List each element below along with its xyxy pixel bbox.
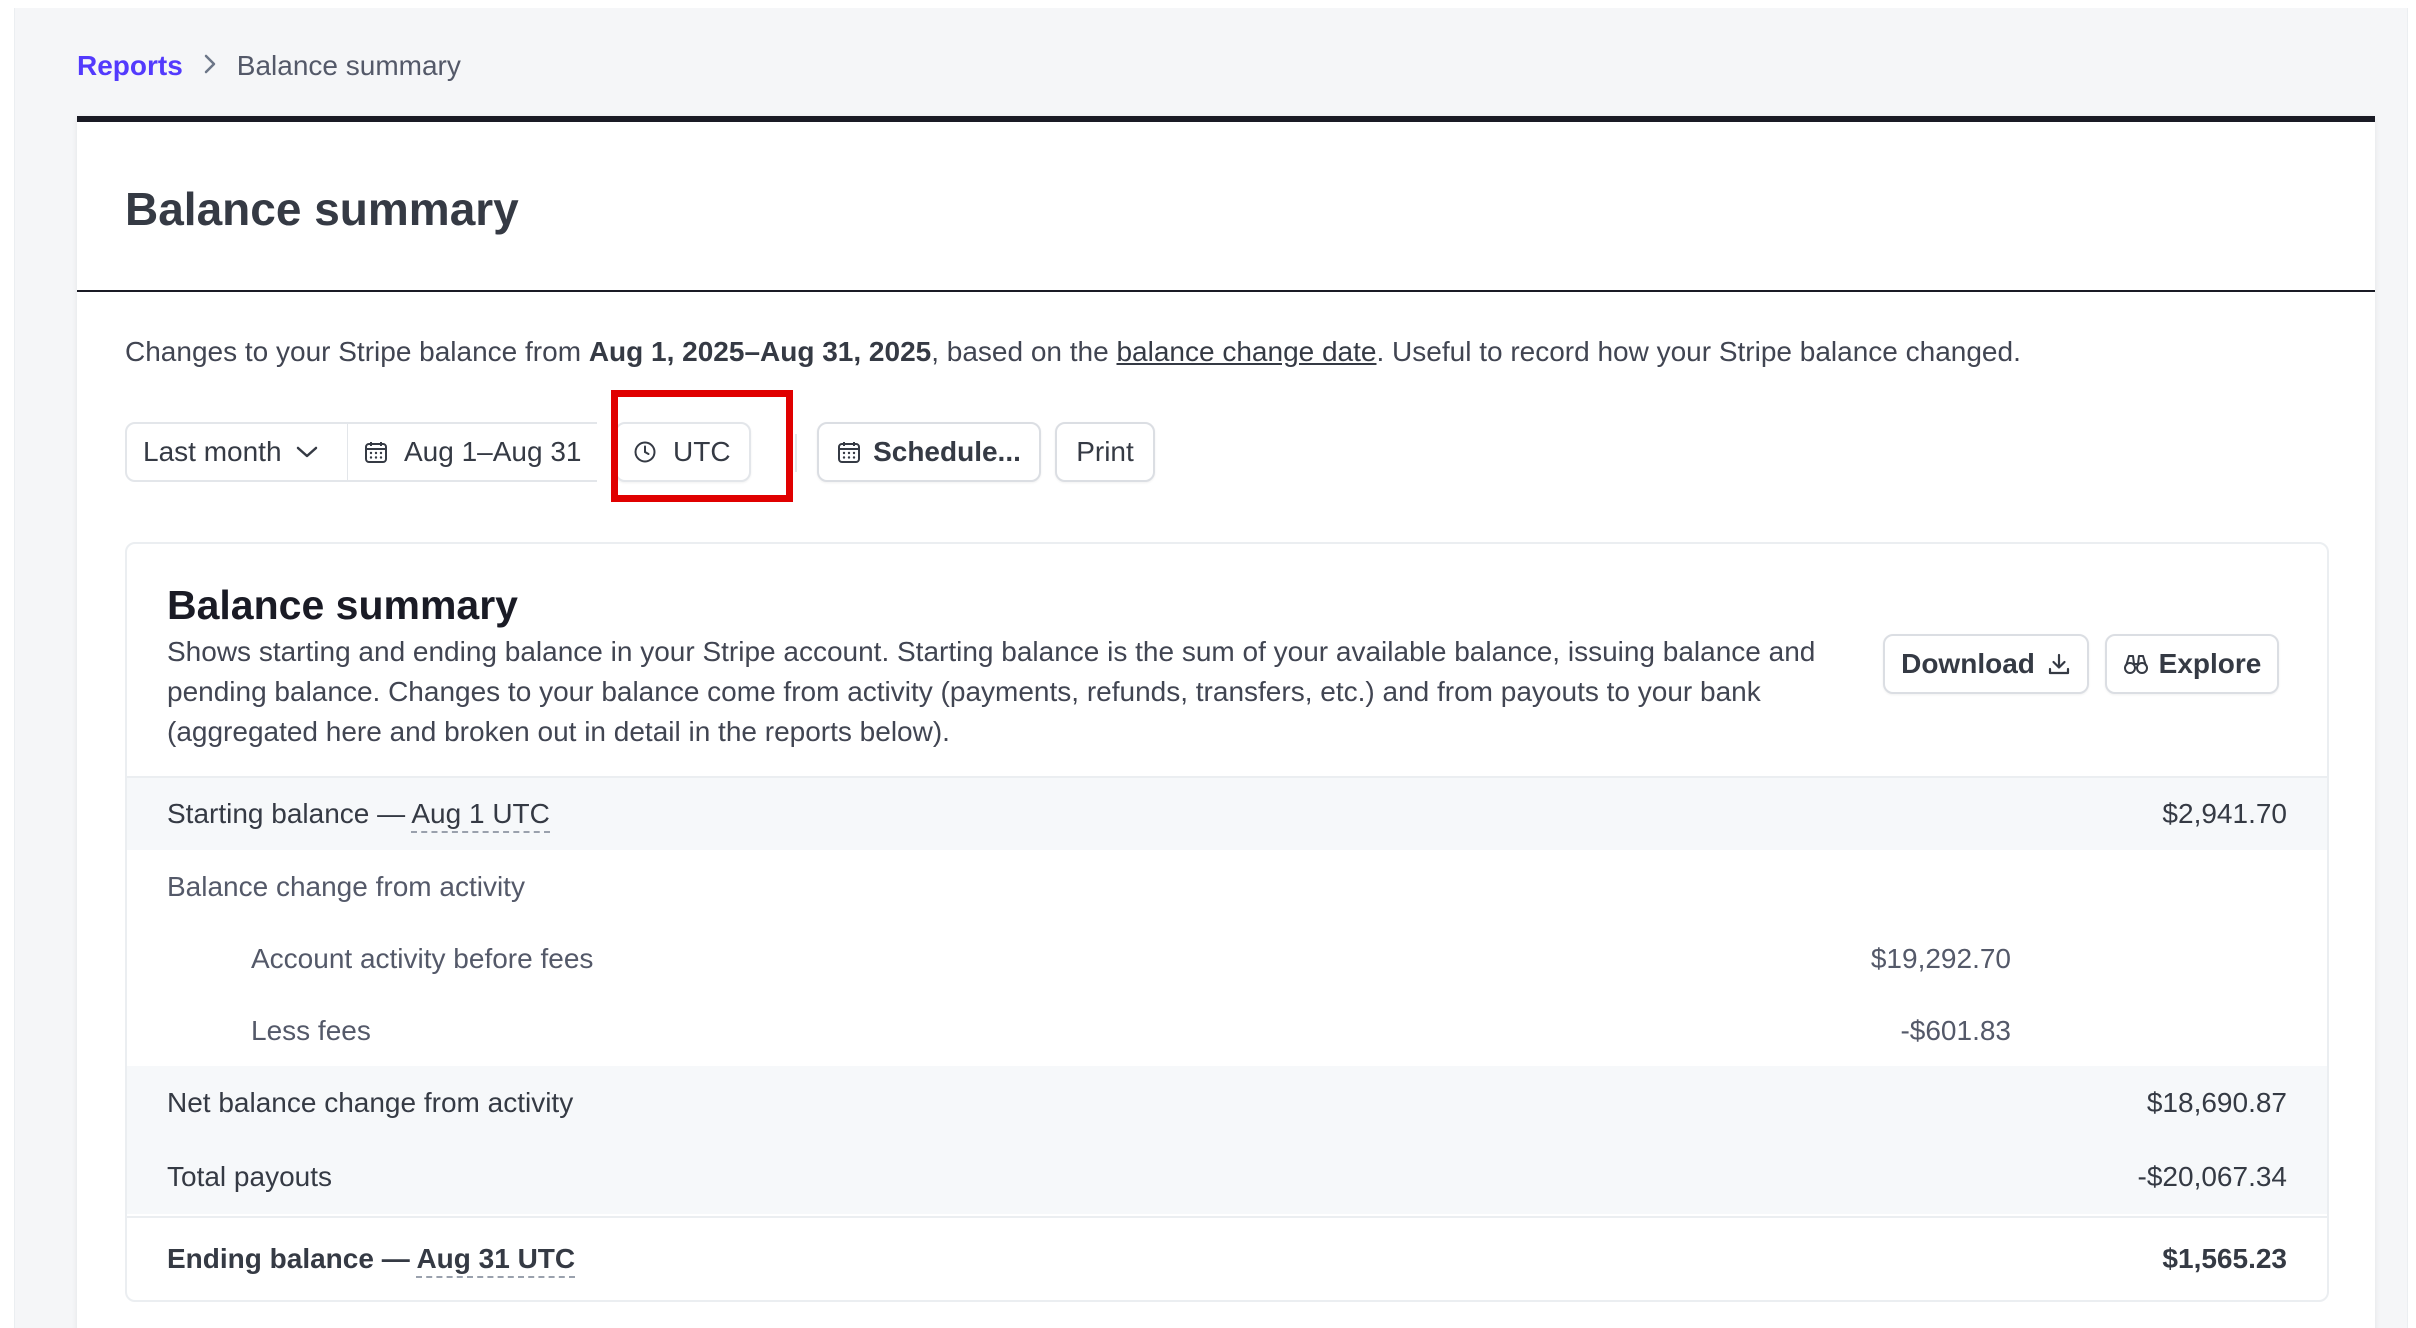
breadcrumb-reports-link[interactable]: Reports: [77, 50, 183, 82]
desc-suffix: . Useful to record how your Stripe balan…: [1376, 336, 2021, 367]
before-fees-row: Account activity before fees $19,292.70: [127, 922, 2327, 996]
ending-balance-value: $1,565.23: [2162, 1243, 2287, 1274]
desc-date-range: Aug 1, 2025–Aug 31, 2025: [588, 336, 932, 367]
report-description: Changes to your Stripe balance from Aug …: [125, 336, 2021, 368]
highlight-box: [611, 390, 793, 502]
date-picker-label: Aug 1–Aug 31: [404, 436, 582, 467]
download-button[interactable]: Download: [1883, 634, 2089, 694]
title-divider: [77, 290, 2375, 292]
ending-balance-label: Ending balance — Aug 31 UTC: [167, 1243, 576, 1278]
date-range-label: Last month: [143, 436, 282, 467]
print-button[interactable]: Print: [1055, 422, 1155, 482]
chevron-right-icon: [203, 51, 217, 82]
activity-header-label: Balance change from activity: [167, 871, 525, 902]
starting-balance-label: Starting balance — Aug 1 UTC: [167, 798, 550, 833]
payouts-row: Total payouts -$20,067.34: [127, 1140, 2327, 1214]
download-icon: [2048, 653, 2069, 675]
starting-balance-date[interactable]: Aug 1 UTC: [411, 798, 550, 833]
starting-balance-row: Starting balance — Aug 1 UTC $2,941.70: [127, 776, 2327, 850]
starting-balance-text: Starting balance —: [167, 798, 412, 829]
explore-button[interactable]: Explore: [2105, 634, 2279, 694]
starting-balance-value: $2,941.70: [2162, 798, 2287, 829]
before-fees-label: Account activity before fees: [251, 943, 594, 974]
schedule-label: Schedule...: [873, 436, 1021, 467]
report-card: Balance summary Changes to your Stripe b…: [77, 116, 2375, 1328]
calendar-icon: [838, 442, 861, 463]
chevron-down-icon: [296, 446, 317, 458]
ending-balance-text: Ending balance —: [167, 1243, 417, 1274]
date-range-select[interactable]: Last month: [125, 422, 349, 482]
less-fees-label: Less fees: [251, 1015, 371, 1046]
page-background: Reports Balance summary Balance summary …: [14, 8, 2408, 1328]
date-picker-button[interactable]: Aug 1–Aug 31: [347, 422, 597, 482]
ending-balance-date[interactable]: Aug 31 UTC: [416, 1243, 576, 1278]
net-change-value: $18,690.87: [2146, 1087, 2287, 1118]
download-label: Download: [1901, 648, 2035, 679]
balance-change-date-link[interactable]: balance change date: [1116, 336, 1376, 367]
toolbar-divider: [795, 434, 797, 472]
less-fees-value: -$601.83: [1900, 1015, 2011, 1046]
schedule-button[interactable]: Schedule...: [817, 422, 1041, 482]
page-title: Balance summary: [125, 183, 519, 235]
before-fees-value: $19,292.70: [1870, 943, 2011, 974]
panel-title: Balance summary: [167, 582, 518, 628]
less-fees-row: Less fees -$601.83: [127, 994, 2327, 1068]
payouts-label: Total payouts: [167, 1161, 332, 1192]
activity-header-row: Balance change from activity: [127, 850, 2327, 924]
net-change-row: Net balance change from activity $18,690…: [127, 1066, 2327, 1140]
panel-description: Shows starting and ending balance in you…: [167, 636, 1816, 747]
breadcrumb-current: Balance summary: [236, 50, 461, 81]
balance-summary-panel: Balance summary Shows starting and endin…: [125, 542, 2329, 1302]
desc-prefix: Changes to your Stripe balance from: [125, 336, 589, 367]
ending-balance-row: Ending balance — Aug 31 UTC $1,565.23: [127, 1216, 2327, 1300]
breadcrumb: Reports Balance summary: [77, 48, 461, 84]
explore-label: Explore: [2158, 648, 2262, 679]
net-change-label: Net balance change from activity: [167, 1087, 574, 1118]
payouts-value: -$20,067.34: [2137, 1161, 2287, 1192]
calendar-icon: [365, 442, 387, 463]
desc-middle: , based on the: [931, 336, 1117, 367]
binoculars-icon: [2123, 655, 2148, 674]
